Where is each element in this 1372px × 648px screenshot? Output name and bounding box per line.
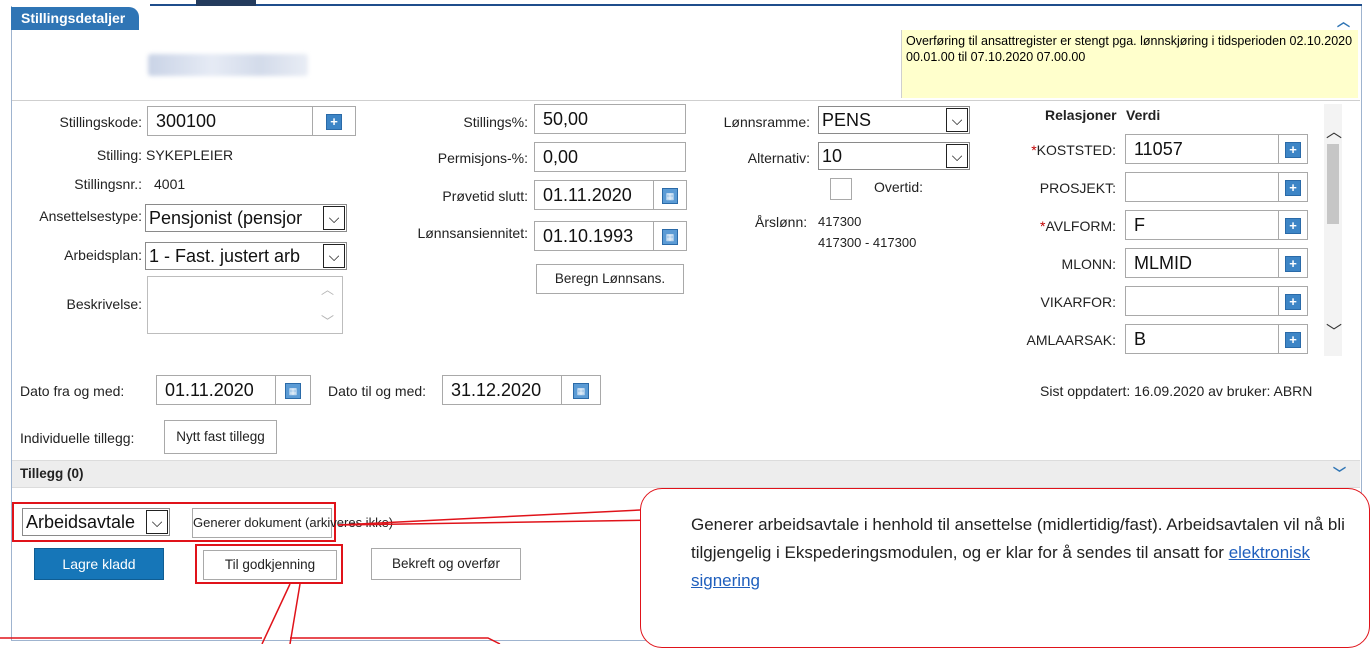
- permisjon-label: Permisjons-%:: [437, 150, 528, 166]
- relation-lookup-button[interactable]: +: [1278, 248, 1308, 278]
- individuelle-tillegg-label: Individuelle tillegg:: [20, 430, 135, 446]
- overtid-checkbox[interactable]: [830, 178, 852, 200]
- dato-til-input[interactable]: 31.12.2020: [442, 375, 562, 405]
- dato-til-label: Dato til og med:: [328, 383, 427, 399]
- ansettelsestype-select[interactable]: Pensjonist (pensjor ⌵: [145, 204, 347, 232]
- relation-label-text: KOSTSTED:: [1036, 142, 1116, 158]
- nytt-fast-tillegg-button[interactable]: Nytt fast tillegg: [164, 420, 277, 454]
- stillingsnr-value: 4001: [154, 176, 186, 192]
- calendar-icon: ▦: [662, 229, 678, 245]
- arbeidsplan-value: 1 - Fast. justert arb: [149, 246, 301, 266]
- stillingskode-input[interactable]: 300100: [147, 106, 313, 136]
- dato-til-calendar-button[interactable]: ▦: [561, 375, 601, 405]
- arslonn-range: 417300 - 417300: [818, 235, 917, 250]
- permisjon-input[interactable]: 0,00: [534, 142, 686, 172]
- chevron-up-icon[interactable]: ︿: [1337, 11, 1350, 30]
- scroll-up-icon: ︿: [320, 282, 334, 297]
- relation-value-input[interactable]: 11057: [1125, 134, 1279, 164]
- arslonn-label: Årslønn:: [755, 214, 808, 230]
- plus-icon: +: [326, 114, 342, 130]
- calendar-icon: ▦: [285, 383, 301, 399]
- chevron-down-icon: ⌵: [323, 206, 345, 230]
- relation-lookup-button[interactable]: +: [1278, 172, 1308, 202]
- ansettelsestype-value: Pensjonist (pensjor: [149, 208, 303, 228]
- dato-fra-input[interactable]: 01.11.2020: [156, 375, 276, 405]
- plus-icon: +: [1285, 332, 1301, 348]
- relation-label-text: VIKARFOR:: [1040, 294, 1116, 310]
- verdi-header: Verdi: [1126, 107, 1161, 123]
- relation-lookup-button[interactable]: +: [1278, 286, 1308, 316]
- dato-fra-calendar-button[interactable]: ▦: [275, 375, 311, 405]
- stillingskode-lookup-button[interactable]: +: [312, 106, 356, 136]
- beskrivelse-textarea[interactable]: ︿ ﹀: [147, 276, 343, 334]
- stilling-value: SYKEPLEIER: [146, 147, 234, 163]
- relation-label: *KOSTSTED:: [980, 142, 1116, 158]
- tab-stillingsdetaljer[interactable]: Stillingsdetaljer: [11, 7, 140, 30]
- lonnsramme-value: PENS: [822, 110, 872, 130]
- ansettelsestype-label: Ansettelsestype:: [39, 208, 142, 224]
- plus-icon: +: [1285, 180, 1301, 196]
- lonnsansiennitet-label: Lønnsansiennitet:: [417, 225, 528, 241]
- relasjoner-header: Relasjoner: [1045, 107, 1117, 123]
- scrollbar-thumb[interactable]: [1327, 144, 1339, 224]
- plus-icon: +: [1285, 256, 1301, 272]
- provetid-calendar-button[interactable]: ▦: [653, 180, 687, 210]
- lonnsansiennitet-input[interactable]: 01.10.1993: [534, 221, 654, 251]
- alternativ-select[interactable]: 10 ⌵: [818, 142, 970, 170]
- relation-value-input[interactable]: [1125, 286, 1279, 316]
- scroll-down-icon: ﹀: [320, 314, 334, 329]
- lonnsramme-label: Lønnsramme:: [723, 114, 810, 130]
- transfer-notice: Overføring til ansattregister er stengt …: [901, 30, 1358, 98]
- relation-label-text: AMLAARSAK:: [1026, 332, 1116, 348]
- chevron-down-icon: ⌵: [323, 244, 345, 268]
- annotation-callout: Generer arbeidsavtale i henhold til anse…: [640, 488, 1370, 648]
- relation-label-text: AVLFORM:: [1045, 218, 1116, 234]
- stillingskode-label: Stillingskode:: [59, 114, 143, 130]
- stillingsprosent-label: Stillings%:: [463, 114, 528, 130]
- relation-label: VIKARFOR:: [980, 294, 1116, 310]
- chevron-down-icon: ⌵: [946, 144, 968, 168]
- alternativ-label: Alternativ:: [747, 150, 810, 166]
- stilling-label: Stilling:: [96, 147, 142, 163]
- lonnsramme-select[interactable]: PENS ⌵: [818, 106, 970, 134]
- relation-value-input[interactable]: MLMID: [1125, 248, 1279, 278]
- relation-value-input[interactable]: F: [1125, 210, 1279, 240]
- stillingsprosent-input[interactable]: 50,00: [534, 104, 686, 134]
- chevron-down-icon: ⌵: [946, 108, 968, 132]
- relation-label-text: PROSJEKT:: [1039, 180, 1116, 196]
- plus-icon: +: [1285, 218, 1301, 234]
- employee-name-redacted: [148, 54, 308, 76]
- provetid-input[interactable]: 01.11.2020: [534, 180, 654, 210]
- calendar-icon: ▦: [573, 383, 589, 399]
- stillingsnr-label: Stillingsnr.:: [74, 176, 142, 192]
- relation-label: AMLAARSAK:: [980, 332, 1116, 348]
- beregn-lonnsans-button[interactable]: Beregn Lønnsans.: [536, 264, 684, 294]
- alternativ-value: 10: [822, 146, 843, 166]
- relation-lookup-button[interactable]: +: [1278, 324, 1308, 354]
- relation-value-input[interactable]: [1125, 172, 1279, 202]
- relation-label-text: MLONN:: [1061, 256, 1116, 272]
- relation-label: *AVLFORM:: [980, 218, 1116, 234]
- chevron-up-icon[interactable]: ︿: [1326, 118, 1342, 142]
- chevron-down-icon[interactable]: ﹀: [1326, 318, 1342, 342]
- arslonn-value: 417300: [818, 214, 862, 229]
- calendar-icon: ▦: [662, 188, 678, 204]
- relation-lookup-button[interactable]: +: [1278, 210, 1308, 240]
- sist-oppdatert: Sist oppdatert: 16.09.2020 av bruker: AB…: [1040, 383, 1313, 399]
- provetid-label: Prøvetid slutt:: [442, 188, 528, 204]
- overtid-label: Overtid:: [874, 179, 924, 195]
- beskrivelse-label: Beskrivelse:: [66, 296, 142, 312]
- arbeidsplan-label: Arbeidsplan:: [64, 247, 142, 263]
- relation-value-input[interactable]: B: [1125, 324, 1279, 354]
- plus-icon: +: [1285, 142, 1301, 158]
- arbeidsplan-select[interactable]: 1 - Fast. justert arb ⌵: [145, 242, 347, 270]
- plus-icon: +: [1285, 294, 1301, 310]
- lonnsansiennitet-calendar-button[interactable]: ▦: [653, 221, 687, 251]
- relation-label: MLONN:: [980, 256, 1116, 272]
- dato-fra-label: Dato fra og med:: [20, 383, 125, 399]
- relation-label: PROSJEKT:: [980, 180, 1116, 196]
- relation-lookup-button[interactable]: +: [1278, 134, 1308, 164]
